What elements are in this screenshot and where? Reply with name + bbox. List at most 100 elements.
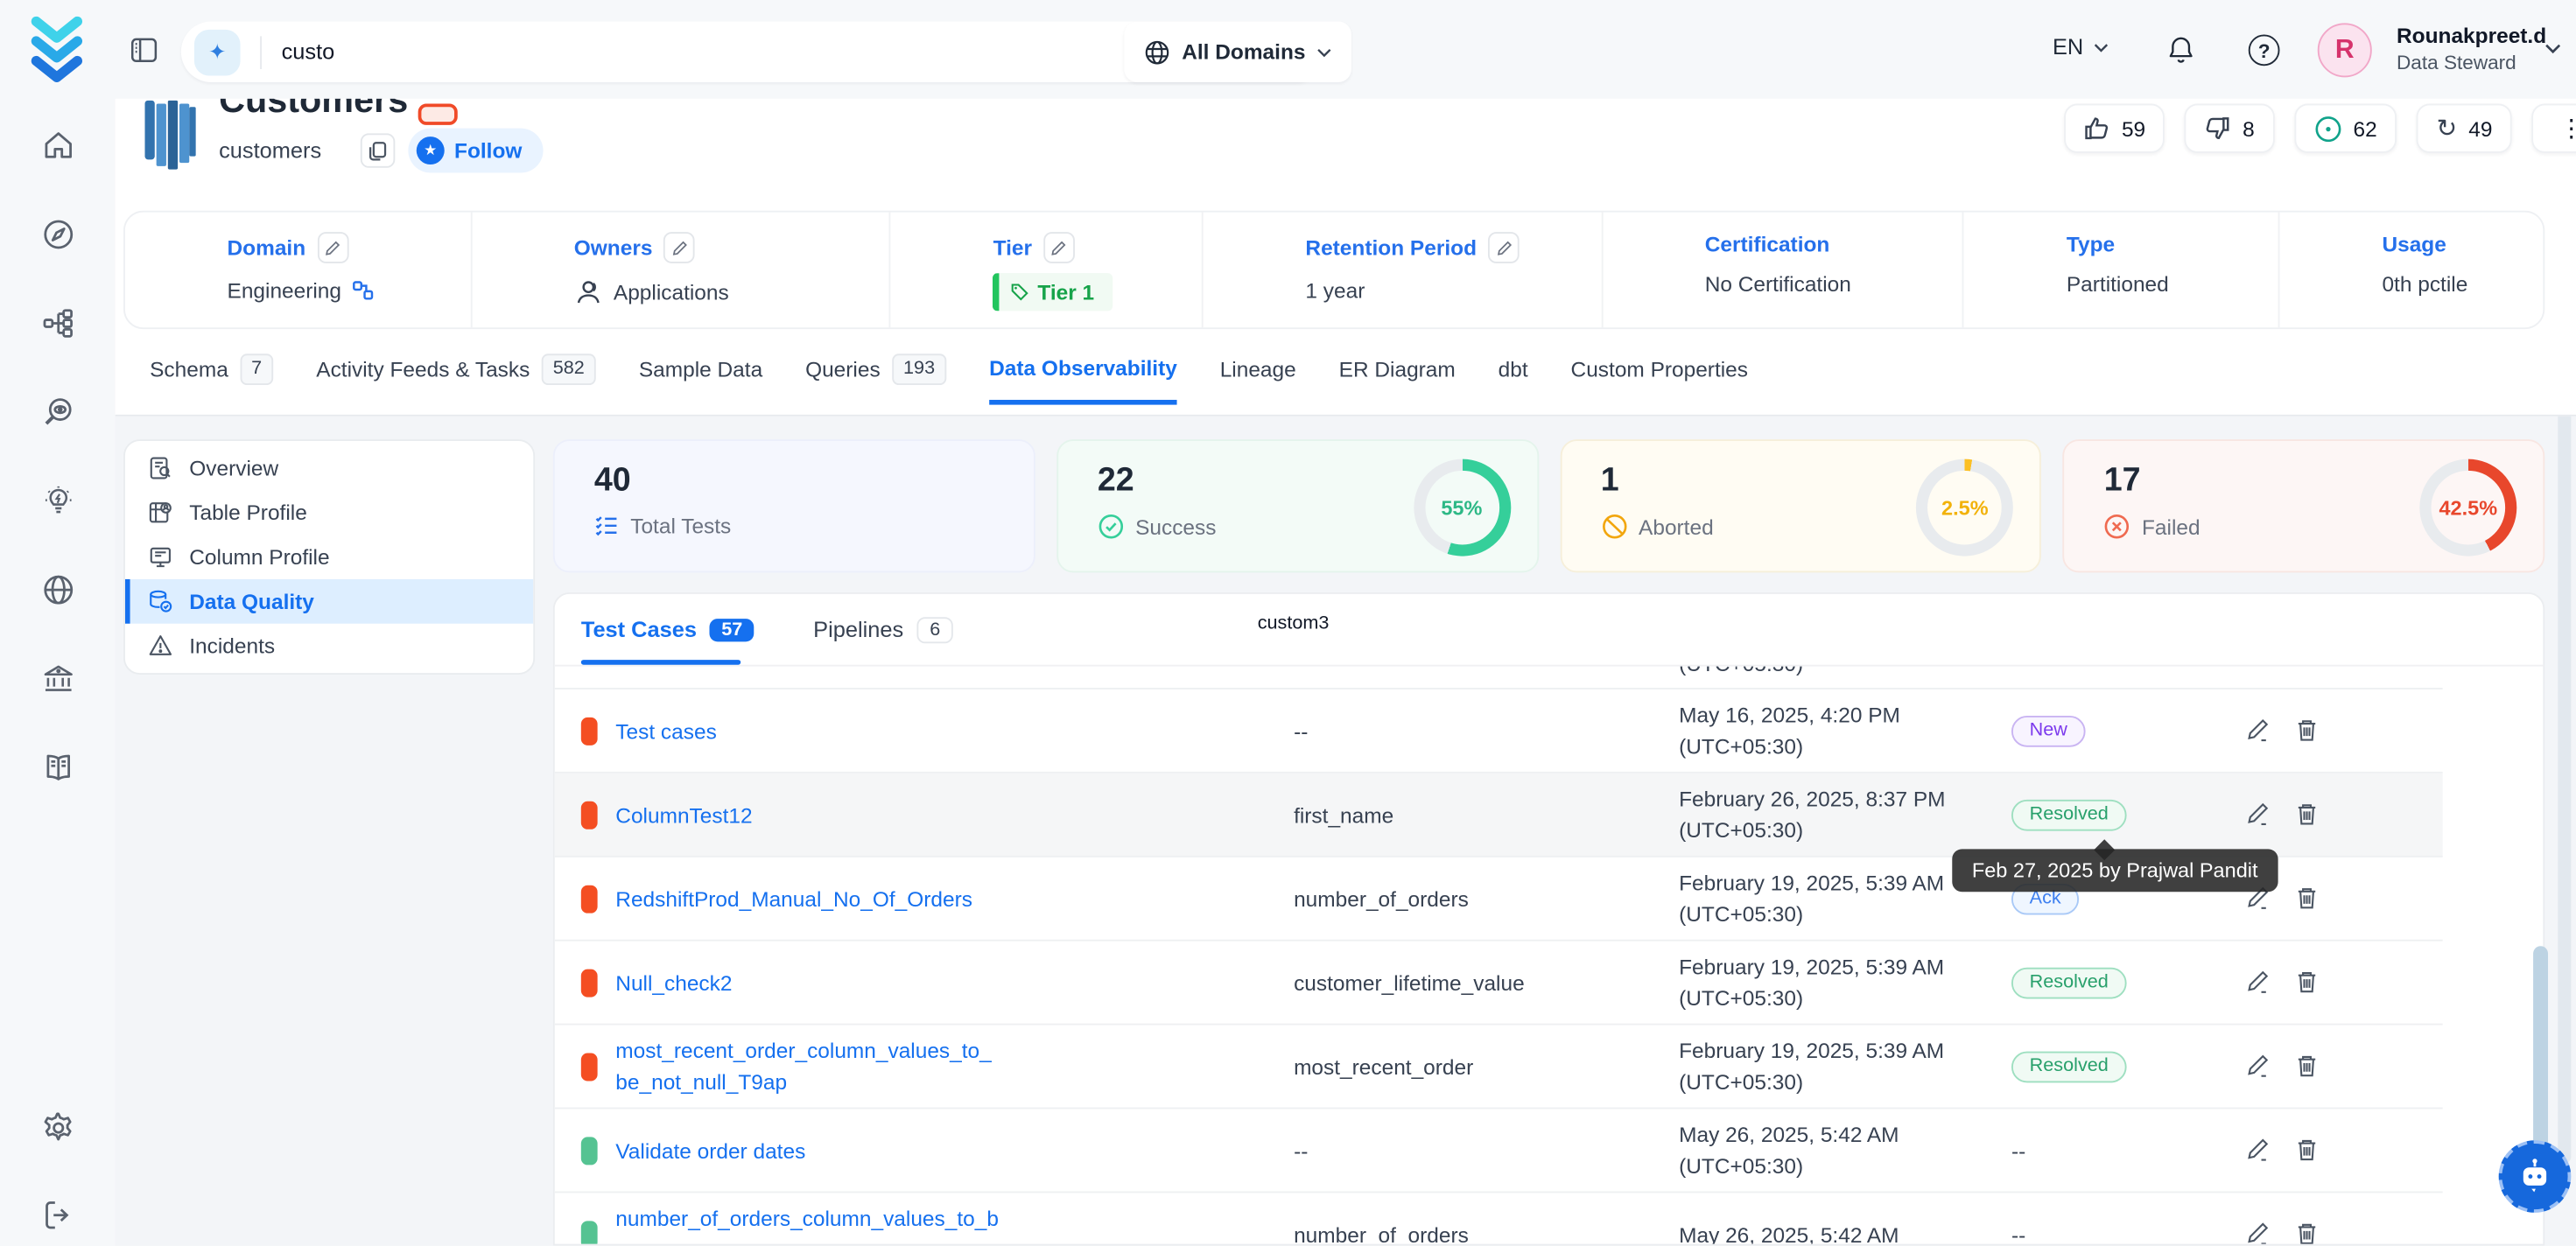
test-case-link[interactable]: ColumnTest12 — [615, 799, 752, 830]
user-name: Rounakpreet.d — [2397, 21, 2546, 49]
sidebar-item-incidents[interactable]: Incidents — [125, 624, 533, 668]
versions-button[interactable]: ↻ 49 — [2417, 103, 2512, 152]
edit-owners-icon[interactable] — [664, 232, 696, 263]
help-icon[interactable]: ? — [2249, 34, 2280, 66]
search-input[interactable] — [282, 39, 1182, 64]
tab-sample-data[interactable]: Sample Data — [639, 354, 762, 404]
downvote-button[interactable]: 8 — [2185, 103, 2274, 152]
delete-icon[interactable] — [2294, 718, 2319, 744]
test-cases-panel: Test Cases 57 Pipelines 6 custom3 (UTC+0… — [553, 592, 2544, 1246]
notifications-bell-icon[interactable] — [2166, 34, 2196, 66]
govern-bank-icon[interactable] — [40, 662, 74, 696]
tab-lineage[interactable]: Lineage — [1220, 354, 1296, 404]
logout-icon[interactable] — [40, 1198, 74, 1232]
date-cell: May 26, 2025, 5:42 AM — [1679, 1222, 1899, 1246]
tab-test-cases[interactable]: Test Cases 57 — [581, 617, 755, 641]
edit-tier-icon[interactable] — [1043, 232, 1075, 263]
edit-icon[interactable] — [2245, 1054, 2270, 1080]
tab-dbt[interactable]: dbt — [1499, 354, 1528, 404]
user-menu-chevron-icon[interactable] — [2544, 43, 2561, 54]
tab-queries[interactable]: Queries193 — [805, 354, 946, 404]
tab-data-observability[interactable]: Data Observability — [989, 354, 1177, 404]
app-logo[interactable] — [26, 17, 88, 82]
delete-icon[interactable] — [2294, 970, 2319, 996]
sidebar-label: Data Quality — [189, 589, 314, 613]
table-row[interactable]: number_of_orders_column_values_to_be_ nu… — [555, 1193, 2443, 1246]
owners-value[interactable]: Applications — [614, 280, 729, 304]
sidebar-item-overview[interactable]: Overview — [125, 446, 533, 491]
table-row[interactable]: most_recent_order_column_values_to_be_no… — [555, 1026, 2443, 1110]
tab-pipelines[interactable]: Pipelines 6 — [813, 616, 953, 642]
domains-filter-button[interactable]: All Domains — [1124, 21, 1351, 82]
table-row[interactable]: ColumnTest12 first_name February 26, 202… — [555, 774, 2443, 858]
test-cases-count: 57 — [710, 618, 754, 640]
copy-icon[interactable] — [361, 133, 395, 167]
entity-tabs: Schema7 Activity Feeds & Tasks582 Sample… — [150, 354, 2576, 404]
insights-bulb-icon[interactable] — [40, 484, 74, 518]
status-badge[interactable]: Resolved — [2011, 1051, 2127, 1082]
sidebar-item-column-profile[interactable]: Column Profile — [125, 535, 533, 579]
edit-icon[interactable] — [2245, 718, 2270, 744]
watchers-button[interactable]: 62 — [2294, 103, 2397, 152]
chat-assistant-button[interactable] — [2499, 1140, 2572, 1213]
home-icon[interactable] — [40, 129, 74, 163]
tab-er-diagram[interactable]: ER Diagram — [1339, 354, 1456, 404]
domains-globe-icon[interactable] — [40, 572, 74, 606]
delete-icon[interactable] — [2294, 1054, 2319, 1080]
edit-domain-icon[interactable] — [317, 232, 348, 263]
entity-stats: 59 8 62 ↻ 49 ⋮ — [2064, 103, 2576, 152]
edit-icon[interactable] — [2245, 802, 2270, 828]
glossary-book-icon[interactable] — [40, 751, 74, 785]
settings-gear-icon[interactable] — [40, 1111, 74, 1145]
status-badge[interactable]: Resolved — [2011, 967, 2127, 998]
language-selector[interactable]: EN — [2053, 34, 2108, 59]
delete-icon[interactable] — [2294, 886, 2319, 912]
table-row-clipped: (UTC+05:30) — [555, 667, 2443, 690]
user-avatar[interactable]: R — [2318, 23, 2372, 77]
edit-icon[interactable] — [2245, 970, 2270, 996]
robot-icon — [2515, 1157, 2554, 1196]
user-menu[interactable]: Rounakpreet.d Data Steward — [2397, 21, 2546, 77]
panel-scrollbar-thumb[interactable] — [2533, 946, 2548, 1168]
active-tab-underline — [581, 660, 741, 665]
date-cell: February 19, 2025, 5:39 AM — [1679, 955, 1944, 979]
delete-icon[interactable] — [2294, 1137, 2319, 1163]
thumbs-down-icon — [2205, 116, 2231, 142]
tab-schema[interactable]: Schema7 — [150, 354, 273, 404]
delete-icon[interactable] — [2294, 1221, 2319, 1246]
timezone-cell: (UTC+05:30) — [1679, 1069, 1803, 1094]
test-case-link[interactable]: Validate order dates — [615, 1135, 805, 1166]
table-row[interactable]: Validate order dates -- May 26, 2025, 5:… — [555, 1109, 2443, 1193]
status-indicator-icon — [581, 717, 598, 745]
ai-sparkle-icon[interactable]: ✦ — [194, 29, 241, 75]
sidebar-item-table-profile[interactable]: Table Profile — [125, 490, 533, 535]
sidebar-toggle-icon[interactable] — [130, 36, 158, 64]
status-badge[interactable]: Resolved — [2011, 799, 2127, 830]
status-indicator-icon — [581, 1220, 598, 1246]
edit-retention-icon[interactable] — [1488, 232, 1520, 263]
domain-value[interactable]: Engineering — [228, 278, 341, 303]
table-row[interactable]: Test cases -- May 16, 2025, 4:20 PM(UTC+… — [555, 690, 2443, 774]
tab-custom-properties[interactable]: Custom Properties — [1571, 354, 1748, 404]
sidebar-item-data-quality[interactable]: Data Quality — [125, 579, 533, 624]
test-case-link[interactable]: Test cases — [615, 715, 717, 746]
entity-header: Customers customers ★ Follow 59 8 62 ↻ — [116, 90, 2576, 416]
discovery-search-icon[interactable] — [40, 395, 74, 429]
tab-activity-feeds[interactable]: Activity Feeds & Tasks582 — [316, 354, 596, 404]
upvote-button[interactable]: 59 — [2064, 103, 2165, 152]
edit-icon[interactable] — [2245, 1137, 2270, 1163]
delete-icon[interactable] — [2294, 802, 2319, 828]
lineage-sitemap-icon[interactable] — [40, 306, 74, 340]
test-case-link[interactable]: most_recent_order_column_values_to_be_no… — [615, 1035, 1000, 1097]
follow-button[interactable]: ★ Follow — [408, 129, 544, 173]
edit-icon[interactable] — [2245, 1221, 2270, 1246]
test-case-link[interactable]: number_of_orders_column_values_to_be_ — [615, 1203, 1000, 1246]
status-badge[interactable]: New — [2011, 715, 2086, 746]
versions-icon: ↻ — [2436, 114, 2457, 144]
explore-compass-icon[interactable] — [40, 217, 74, 251]
test-case-link[interactable]: Null_check2 — [615, 967, 732, 998]
tier-chip[interactable]: Tier 1 — [993, 273, 1113, 311]
test-case-link[interactable]: RedshiftProd_Manual_No_Of_Orders — [615, 883, 972, 914]
more-actions-button[interactable]: ⋮ — [2532, 103, 2576, 152]
table-row[interactable]: Null_check2 customer_lifetime_value Febr… — [555, 942, 2443, 1026]
